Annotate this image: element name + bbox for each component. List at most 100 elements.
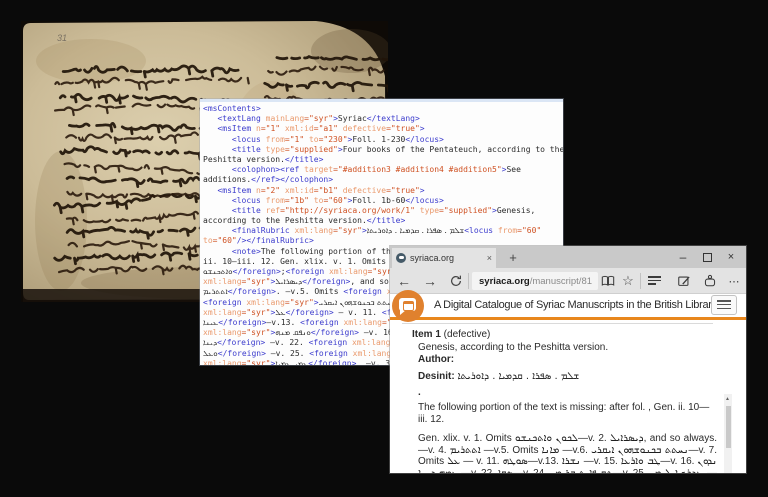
code-segment: </textLang> xyxy=(367,114,420,123)
logo-syriac-glyph xyxy=(403,301,414,311)
text-segment: —v.6. xyxy=(559,445,591,456)
code-segment: <locus xyxy=(464,226,498,235)
text-segment: ܐܬܬܪܝܡ xyxy=(450,445,481,456)
code-segment: Foll. 1b-60 xyxy=(352,196,405,205)
author-label: Author: xyxy=(418,354,717,366)
code-segment: xml:lang xyxy=(329,267,368,276)
browser-navbar: ← → syriaca.org/manuscript/81 ☆ xyxy=(390,268,746,294)
code-segment: </title> xyxy=(285,155,324,164)
code-line: <title ref="http://syriaca.org/work/1" t… xyxy=(203,206,563,216)
code-segment: Genesis, xyxy=(497,206,536,215)
hub-button[interactable] xyxy=(648,268,668,294)
code-segment xyxy=(203,186,217,195)
scrollbar-thumb[interactable] xyxy=(726,406,731,448)
syriaca-logo[interactable] xyxy=(392,290,424,322)
code-segment xyxy=(203,114,217,123)
code-line: <colophon><ref target="#addition3 #addit… xyxy=(203,165,563,175)
code-segment: ="syr" xyxy=(285,298,314,307)
browser-tab-syriaca[interactable]: syriaca.org × xyxy=(392,248,496,268)
item-heading: Item 1 (defective) xyxy=(412,329,735,340)
text-segment: —v. 15. xyxy=(581,456,621,467)
nav-divider xyxy=(468,273,469,289)
text-segment: —v. 25. xyxy=(613,468,650,474)
code-segment: according to the Peshitta version. xyxy=(203,216,367,225)
desinit-syriac-text: ܫܠܡ . ܣܦܪܐ . ܩܕܡܝܐ . ܕܐܘܪܝܬܐ xyxy=(457,371,579,382)
code-segment xyxy=(203,226,232,235)
code-segment: xml:lang xyxy=(295,226,334,235)
code-line: Peshitta version.</title> xyxy=(203,155,563,165)
code-segment: xml:lang xyxy=(203,308,242,317)
page-content: Item 1 (defective) Genesis, according to… xyxy=(390,320,735,473)
scroll-up-icon[interactable]: ▲ xyxy=(725,396,730,402)
code-segment xyxy=(203,135,232,144)
code-segment: <locus xyxy=(232,196,266,205)
share-icon xyxy=(703,274,717,288)
reading-view-button[interactable] xyxy=(598,268,618,294)
content-scrollbar[interactable]: ▲ xyxy=(724,394,732,473)
code-segment: xml:lang xyxy=(352,338,391,347)
screenshot-stage: 31 <msContents> <textLang mainLang="syr"… xyxy=(0,0,768,497)
nav-divider-2 xyxy=(640,273,641,289)
minimize-button[interactable]: – xyxy=(672,246,694,268)
code-segment: ܫܠܡ . ܣܦܪܐ . ܩܕܡܝܐ . ܕܐܘܪܝܬܐ xyxy=(367,226,464,235)
code-segment: additions. xyxy=(203,175,251,184)
item-details: Genesis, according to the Peshitta versi… xyxy=(418,342,735,473)
close-button[interactable]: × xyxy=(720,246,742,268)
hamburger-icon xyxy=(717,300,731,302)
text-segment: ܛܒ ܘܐܪܥܐ xyxy=(621,456,660,467)
code-segment: <title xyxy=(232,206,266,215)
code-segment: ref xyxy=(266,206,280,215)
browser-window: syriaca.org × + – × ← → syriaca.org/manu… xyxy=(390,246,746,473)
code-segment: <foreign xyxy=(309,349,352,358)
code-line: <finalRubric xml:lang="syr">ܫܠܡ . ܣܦܪܐ .… xyxy=(203,226,563,236)
code-segment: <foreign xyxy=(309,338,352,347)
text-segment: Gen. xlix. v. 1. Omits xyxy=(418,433,515,444)
new-tab-button[interactable]: + xyxy=(504,248,522,268)
forward-button[interactable]: → xyxy=(420,268,440,294)
text-segment: ܬܩܝܦܐܝܬ ܒܪ ܡܢ xyxy=(550,468,613,474)
code-segment: </foreign> xyxy=(217,338,265,347)
code-segment: </foreign> xyxy=(228,287,276,296)
code-segment: ܘܢܦܩ ܡܢܗ xyxy=(275,328,311,337)
reading-view-book-icon xyxy=(601,274,615,288)
refresh-button[interactable] xyxy=(446,268,466,294)
code-segment: from xyxy=(266,135,285,144)
code-segment: to xyxy=(309,196,323,205)
tab-close-icon[interactable]: × xyxy=(487,253,492,263)
code-segment: to xyxy=(304,135,318,144)
code-segment: <locus xyxy=(232,135,266,144)
code-segment: ="true" xyxy=(386,186,420,195)
code-segment: </title> xyxy=(367,216,406,225)
code-segment: <foreign xyxy=(286,267,329,276)
code-segment: /></finalRubric> xyxy=(237,236,314,245)
favorites-star-button[interactable]: ☆ xyxy=(618,268,638,294)
url-path: /manuscript/81 xyxy=(530,276,592,287)
web-note-button[interactable] xyxy=(674,268,694,294)
text-segment: ܢܚܬܬ ܒܟܢܘܫܗܘܢ ܐܝܩܪܝ xyxy=(591,445,688,456)
code-segment: ="1b" xyxy=(285,196,309,205)
tab-title: syriaca.org xyxy=(410,253,484,263)
address-bar[interactable]: syriaca.org/manuscript/81 xyxy=(472,272,598,290)
code-segment: </foreign> xyxy=(302,277,350,286)
code-segment: <foreign xyxy=(343,287,386,296)
code-segment: — v. 11. xyxy=(334,308,382,317)
code-segment: ="true" xyxy=(386,124,420,133)
code-segment: ="syr" xyxy=(242,359,271,365)
item-genesis-line: Genesis, according to the Peshitta versi… xyxy=(418,342,717,354)
menu-button[interactable] xyxy=(711,295,737,315)
share-button[interactable] xyxy=(700,268,720,294)
more-options-button[interactable]: ⋯ xyxy=(724,268,744,294)
item-qualifier: (defective) xyxy=(441,329,490,340)
code-segment: ܕܝܣܪܐܝܠ xyxy=(275,277,302,286)
code-segment: ܥܝܢܐ xyxy=(203,318,218,327)
missing-note: The following portion of the text is mis… xyxy=(418,402,717,426)
code-segment: <note> xyxy=(232,247,261,256)
syriaca-favicon xyxy=(396,253,406,263)
text-segment: ܣܩܐ xyxy=(498,468,513,474)
site-title: A Digital Catalogue of Syriac Manuscript… xyxy=(434,294,717,317)
dot-line: . xyxy=(418,387,717,399)
desinit-label: Desinit: xyxy=(418,371,457,382)
code-segment: from xyxy=(266,196,285,205)
maximize-button[interactable] xyxy=(696,246,718,268)
text-segment: ܢܫܪܐ xyxy=(562,456,581,467)
